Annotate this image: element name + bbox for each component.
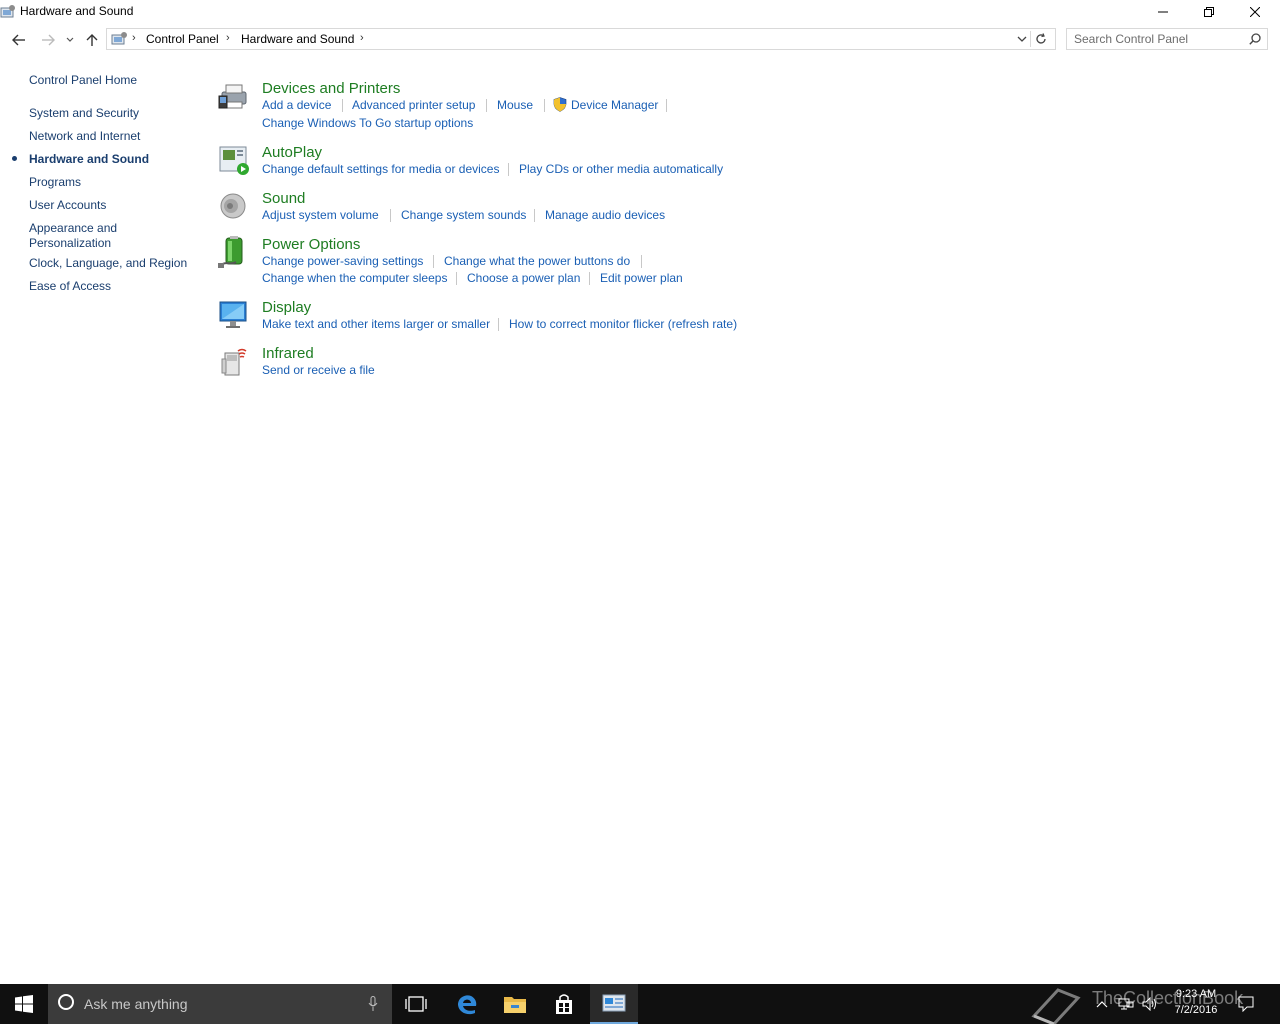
manage-audio-devices-link[interactable]: Manage audio devices: [545, 208, 665, 222]
make-text-larger-link[interactable]: Make text and other items larger or smal…: [262, 317, 490, 331]
refresh-icon[interactable]: [1030, 31, 1051, 47]
autoplay-title[interactable]: AutoPlay: [262, 144, 322, 161]
change-when-computer-sleeps-link[interactable]: Change when the computer sleeps: [262, 271, 447, 285]
change-power-buttons-link[interactable]: Change what the power buttons do: [444, 254, 630, 268]
autoplay-icon[interactable]: [218, 144, 250, 176]
nav-appearance-label-line1: Appearance and: [29, 221, 118, 235]
link-separator: [508, 163, 509, 176]
link-separator: [641, 255, 642, 268]
nav-appearance-label-line2: Personalization: [29, 236, 112, 250]
volume-icon[interactable]: [1142, 984, 1158, 1024]
sound-title[interactable]: Sound: [262, 190, 305, 207]
nav-hardware-and-sound[interactable]: Hardware and Sound: [29, 152, 149, 167]
cortana-placeholder: Ask me anything: [84, 996, 188, 1012]
breadcrumb-control-panel[interactable]: Control Panel: [146, 32, 219, 46]
link-separator: [589, 272, 590, 285]
restore-button[interactable]: [1186, 0, 1232, 24]
change-default-media-settings-link[interactable]: Change default settings for media or dev…: [262, 162, 499, 176]
link-separator: [433, 255, 434, 268]
change-system-sounds-link[interactable]: Change system sounds: [401, 208, 526, 222]
infrared-icon[interactable]: [218, 345, 250, 377]
link-separator: [666, 99, 667, 112]
battery-icon[interactable]: [218, 236, 250, 268]
minimize-button[interactable]: [1140, 0, 1186, 24]
address-bar[interactable]: › Control Panel › Hardware and Sound ›: [106, 28, 1056, 50]
taskbar-clock[interactable]: 9:23 AM 7/2/2016: [1168, 986, 1224, 1018]
nav-programs[interactable]: Programs: [29, 175, 81, 190]
breadcrumb-separator-icon[interactable]: ›: [132, 32, 136, 44]
window-title: Hardware and Sound: [20, 4, 134, 18]
link-separator: [534, 209, 535, 222]
breadcrumb-separator-icon[interactable]: ›: [226, 32, 230, 44]
send-or-receive-file-link[interactable]: Send or receive a file: [262, 363, 375, 377]
clock-date: 7/2/2016: [1174, 1004, 1218, 1016]
play-cds-automatically-link[interactable]: Play CDs or other media automatically: [519, 162, 723, 176]
address-history-chevron-down-icon[interactable]: [1017, 32, 1027, 49]
store-icon[interactable]: [540, 984, 588, 1024]
change-windows-to-go-link[interactable]: Change Windows To Go startup options: [262, 116, 473, 130]
cortana-icon: [58, 994, 74, 1010]
breadcrumb-separator-icon[interactable]: ›: [360, 32, 364, 44]
advanced-printer-setup-link[interactable]: Advanced printer setup: [352, 98, 475, 112]
change-power-saving-settings-link[interactable]: Change power-saving settings: [262, 254, 423, 268]
control-panel-icon: [111, 31, 129, 50]
title-bar: Hardware and Sound: [0, 0, 1280, 24]
power-options-title[interactable]: Power Options: [262, 236, 360, 253]
nav-network-and-internet[interactable]: Network and Internet: [29, 129, 140, 144]
edge-icon[interactable]: [443, 984, 491, 1024]
search-box[interactable]: [1066, 28, 1268, 50]
show-hidden-icons-chevron-up-icon[interactable]: [1096, 984, 1108, 1024]
nav-user-accounts[interactable]: User Accounts: [29, 198, 106, 213]
action-center-icon[interactable]: [1238, 996, 1254, 1015]
task-view-icon[interactable]: [392, 984, 440, 1024]
shield-icon: [553, 97, 567, 115]
control-panel-taskbar-icon[interactable]: [590, 984, 638, 1024]
monitor-icon[interactable]: [218, 299, 250, 331]
link-separator: [544, 99, 545, 112]
clock-time: 9:23 AM: [1175, 988, 1217, 1000]
add-a-device-link[interactable]: Add a device: [262, 98, 331, 112]
link-separator: [486, 99, 487, 112]
speaker-icon[interactable]: [218, 190, 250, 222]
choose-power-plan-link[interactable]: Choose a power plan: [467, 271, 580, 285]
monitor-flicker-link[interactable]: How to correct monitor flicker (refresh …: [509, 317, 737, 331]
nav-clock-language-region[interactable]: Clock, Language, and Region: [29, 256, 187, 271]
link-separator: [342, 99, 343, 112]
link-separator: [456, 272, 457, 285]
network-icon[interactable]: [1118, 984, 1134, 1024]
up-button[interactable]: [82, 30, 102, 50]
recent-locations-chevron-down-icon[interactable]: [62, 30, 78, 50]
display-title[interactable]: Display: [262, 299, 311, 316]
search-input[interactable]: [1067, 29, 1250, 49]
forward-button[interactable]: [38, 30, 58, 50]
nav-appearance-and-personalization[interactable]: Appearance and Personalization: [29, 221, 117, 251]
devices-and-printers-title[interactable]: Devices and Printers: [262, 80, 400, 97]
nav-system-and-security[interactable]: System and Security: [29, 106, 139, 121]
control-panel-icon: [0, 4, 16, 20]
breadcrumb-hardware-and-sound[interactable]: Hardware and Sound: [241, 32, 354, 46]
link-separator: [498, 318, 499, 331]
taskbar: Ask me anything TheCollectionBook 9:23 A…: [0, 984, 1280, 1024]
book-icon: [1031, 988, 1081, 1024]
nav-ease-of-access[interactable]: Ease of Access: [29, 279, 111, 294]
start-button[interactable]: [0, 984, 48, 1024]
cortana-search-box[interactable]: Ask me anything: [48, 984, 392, 1024]
microphone-icon[interactable]: [368, 996, 378, 1015]
device-manager-link[interactable]: Device Manager: [571, 98, 658, 112]
back-button[interactable]: [9, 30, 29, 50]
mouse-link[interactable]: Mouse: [497, 98, 533, 112]
adjust-system-volume-link[interactable]: Adjust system volume: [262, 208, 379, 222]
active-bullet-icon: [12, 156, 17, 161]
link-separator: [390, 209, 391, 222]
windows-logo-icon: [15, 995, 33, 1013]
search-icon[interactable]: [1249, 33, 1261, 48]
close-button[interactable]: [1232, 0, 1278, 24]
control-panel-home-link[interactable]: Control Panel Home: [29, 73, 137, 88]
printer-icon[interactable]: [218, 80, 250, 112]
file-explorer-icon[interactable]: [491, 984, 539, 1024]
infrared-title[interactable]: Infrared: [262, 345, 314, 362]
edit-power-plan-link[interactable]: Edit power plan: [600, 271, 683, 285]
